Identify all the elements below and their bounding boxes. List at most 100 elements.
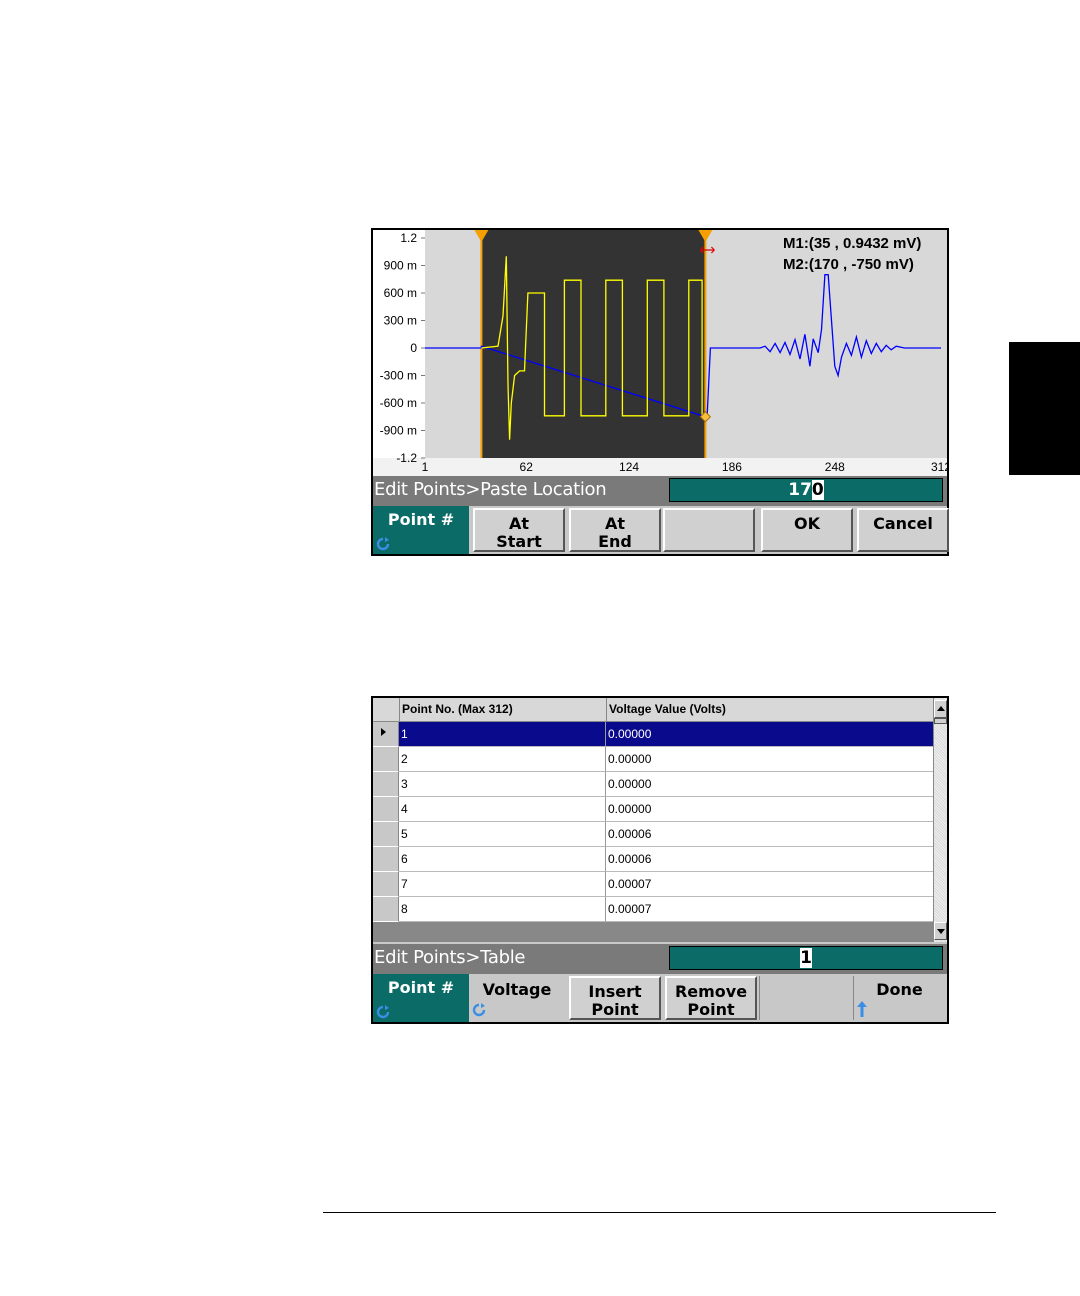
marker-m2-readout: M2:(170 , -750 mV)	[783, 256, 914, 273]
point-number-cell[interactable]: 7	[399, 872, 606, 897]
scroll-up-button[interactable]	[934, 700, 947, 718]
row-header[interactable]	[373, 872, 399, 897]
table-row[interactable]: 8 0.00007	[373, 897, 933, 922]
row-header[interactable]	[373, 847, 399, 872]
table-row[interactable]: 7 0.00007	[373, 872, 933, 897]
at-start-softkey[interactable]: At Start	[473, 508, 565, 552]
y-tick-label: 1.2	[400, 231, 417, 245]
chevron-up-icon	[937, 706, 945, 711]
table-row[interactable]: 3 0.00000	[373, 772, 933, 797]
point-number-cell[interactable]: 2	[399, 747, 606, 772]
chevron-down-icon	[937, 929, 945, 934]
voltage-value-cell[interactable]: 0.00000	[606, 797, 933, 822]
row-header[interactable]	[373, 772, 399, 797]
value-text: 17	[788, 480, 812, 500]
points-table: Point No. (Max 312) Voltage Value (Volts…	[373, 698, 947, 942]
y-tick-label: -900 m	[380, 424, 417, 438]
voltage-softkey[interactable]: Voltage	[469, 976, 565, 1020]
knob-icon	[376, 537, 390, 551]
point-number-cell[interactable]: 3	[399, 772, 606, 797]
softkey-label: Voltage	[482, 980, 552, 999]
up-arrow-icon	[857, 1001, 867, 1017]
column-header-voltage[interactable]: Voltage Value (Volts)	[606, 698, 933, 721]
softkey-bar: Point # At Start At End OK Cancel	[373, 506, 949, 554]
knob-icon	[376, 1005, 390, 1019]
softkey-label: OK	[794, 514, 820, 533]
page-footer-rule	[323, 1212, 996, 1213]
row-header[interactable]	[373, 797, 399, 822]
softkey-label: Point #	[387, 510, 455, 529]
menu-path: Edit Points>Table	[374, 947, 526, 968]
voltage-value-cell[interactable]: 0.00006	[606, 847, 933, 872]
value-cursor: 0	[811, 480, 824, 500]
point-number-softkey[interactable]: Point #	[373, 506, 469, 554]
point-number-cell[interactable]: 1	[399, 722, 606, 747]
softkey-label-line2: Point	[687, 1000, 735, 1019]
at-end-softkey[interactable]: At End	[569, 508, 661, 552]
y-tick-label: 900 m	[384, 259, 417, 273]
point-number-softkey[interactable]: Point #	[373, 974, 469, 1022]
selected-region	[481, 230, 706, 458]
menu-path: Edit Points>Paste Location	[374, 479, 607, 500]
x-axis-strip	[373, 458, 947, 476]
table-row[interactable]: 1 0.00000	[373, 722, 933, 747]
softkey-label: Point #	[387, 978, 455, 997]
ok-softkey[interactable]: OK	[761, 508, 853, 552]
column-header-point[interactable]: Point No. (Max 312)	[399, 698, 606, 721]
table-row[interactable]: 5 0.00006	[373, 822, 933, 847]
point-number-cell[interactable]: 6	[399, 847, 606, 872]
voltage-value-cell[interactable]: 0.00000	[606, 747, 933, 772]
point-number-input[interactable]: 1	[669, 946, 943, 970]
row-header[interactable]	[373, 822, 399, 847]
table-row[interactable]: 4 0.00000	[373, 797, 933, 822]
row-header[interactable]	[373, 722, 399, 747]
point-number-cell[interactable]: 8	[399, 897, 606, 922]
softkey-label-line2: Start	[496, 532, 542, 551]
table-row[interactable]: 6 0.00006	[373, 847, 933, 872]
marker-m1-readout: M1:(35 , 0.9432 mV)	[783, 235, 921, 252]
voltage-value-cell[interactable]: 0.00000	[606, 772, 933, 797]
vertical-scrollbar[interactable]	[933, 698, 947, 942]
row-header-corner	[373, 698, 399, 721]
current-row-icon	[381, 728, 386, 736]
cancel-softkey[interactable]: Cancel	[857, 508, 949, 552]
waveform-chart: 1.2 900 m 600 m 300 m 0 -300 m -600 m -900 m -1.…	[373, 230, 947, 476]
point-number-cell[interactable]: 5	[399, 822, 606, 847]
scroll-down-button[interactable]	[934, 922, 947, 940]
paste-location-input[interactable]: 170	[669, 478, 943, 502]
y-tick-label: -600 m	[380, 396, 417, 410]
softkey-label-line2: Point	[591, 1000, 639, 1019]
voltage-value-cell[interactable]: 0.00000	[606, 722, 933, 747]
softkey-label-line1: Insert	[588, 982, 642, 1001]
chapter-tab	[1009, 342, 1080, 475]
table-row[interactable]: 2 0.00000	[373, 747, 933, 772]
row-header[interactable]	[373, 747, 399, 772]
status-bar: Edit Points>Paste Location 170	[373, 476, 947, 506]
done-softkey[interactable]: Done	[853, 976, 945, 1020]
x-tick-label: 62	[520, 460, 534, 474]
scroll-thumb[interactable]	[934, 718, 947, 724]
softkey-label-line1: Remove	[674, 982, 748, 1001]
knob-icon	[472, 1003, 486, 1017]
y-tick-label: -300 m	[380, 369, 417, 383]
voltage-value-cell[interactable]: 0.00007	[606, 872, 933, 897]
table-header: Point No. (Max 312) Voltage Value (Volts…	[373, 698, 933, 722]
voltage-value-cell[interactable]: 0.00006	[606, 822, 933, 847]
waveform-plot: 1.2 900 m 600 m 300 m 0 -300 m -600 m -900 m -1.…	[373, 230, 947, 476]
x-tick-label: 312	[931, 460, 947, 474]
x-tick-label: 124	[619, 460, 639, 474]
remove-point-softkey[interactable]: Remove Point	[665, 976, 757, 1020]
voltage-value-cell[interactable]: 0.00007	[606, 897, 933, 922]
blank-softkey[interactable]	[759, 976, 851, 1020]
point-number-cell[interactable]: 4	[399, 797, 606, 822]
insert-point-softkey[interactable]: Insert Point	[569, 976, 661, 1020]
softkey-bar: Point # Voltage Insert Point Remove Poin…	[373, 974, 947, 1022]
x-tick-label: 186	[722, 460, 742, 474]
y-tick-label: 600 m	[384, 286, 417, 300]
softkey-label: Cancel	[873, 514, 933, 533]
x-tick-label: 1	[422, 460, 429, 474]
row-header[interactable]	[373, 897, 399, 922]
softkey-label-line1: At	[604, 514, 626, 533]
blank-softkey[interactable]	[663, 508, 755, 552]
softkey-label: Done	[876, 980, 923, 999]
